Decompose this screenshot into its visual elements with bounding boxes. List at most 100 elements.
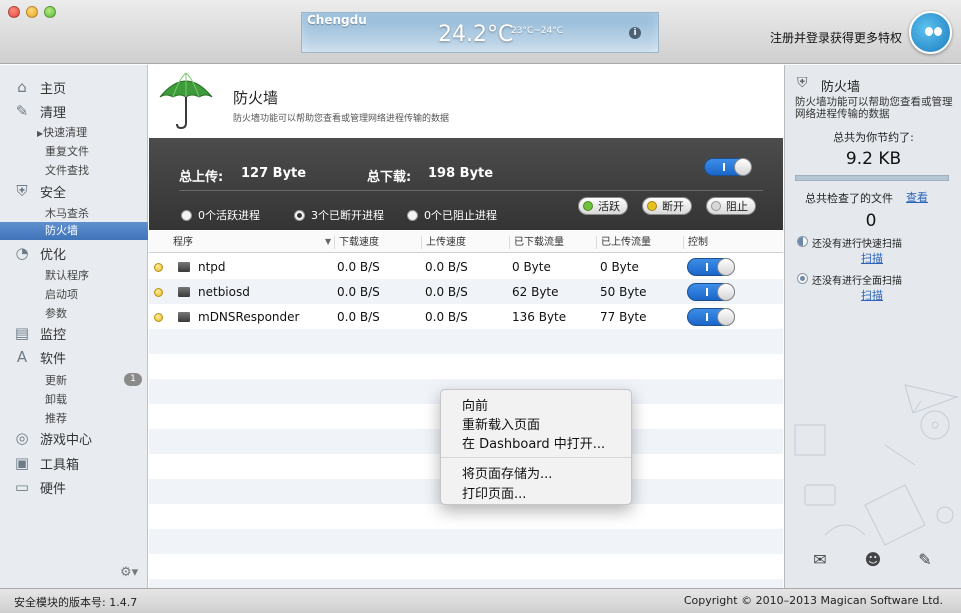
column-header-control: 控制 <box>683 236 708 249</box>
upload-speed: 0.0 B/S <box>425 285 468 299</box>
uploaded-bytes: 0 Byte <box>600 260 639 274</box>
filter-blocked-radio[interactable]: 0个已阻止进程 <box>407 207 497 223</box>
sidebar-subitem-duplicate-files[interactable]: 重复文件 <box>45 143 89 159</box>
sidebar-item-software[interactable]: A 软件 <box>12 347 66 367</box>
menu-separator <box>441 457 631 458</box>
column-header-program[interactable]: 程序 <box>169 236 193 249</box>
weather-widget[interactable]: Chengdu 24.2°C 23°C~24°C i <box>301 12 659 53</box>
disconnected-status-icon <box>154 313 163 322</box>
sidebar-subitem-uninstall[interactable]: 卸载 <box>45 391 67 407</box>
sidebar-item-hardware[interactable]: ▭ 硬件 <box>12 477 66 497</box>
panel-title: 防火墙 <box>821 80 861 95</box>
yellow-status-icon <box>647 201 657 211</box>
column-header-upload-speed[interactable]: 上传速度 <box>421 236 466 249</box>
terminal-icon <box>178 262 190 272</box>
column-header-uploaded[interactable]: 已上传流量 <box>596 236 651 249</box>
process-name: mDNSResponder <box>198 310 300 324</box>
quick-scan-status: 还没有进行快速扫描 <box>812 239 902 250</box>
sidebar-item-game-center[interactable]: ◎ 游戏中心 <box>12 428 92 448</box>
sidebar-subitem-file-search[interactable]: 文件查找 <box>45 162 89 178</box>
monitor-icon: ▭ <box>14 478 30 496</box>
sidebar-item-label: 主页 <box>40 81 67 97</box>
sidebar-item-home[interactable]: ⌂ 主页 <box>12 77 66 97</box>
process-toggle[interactable] <box>687 283 735 301</box>
close-window-button[interactable] <box>8 6 20 18</box>
legend-active[interactable]: 活跃 <box>578 197 628 215</box>
saved-value: 9.2 KB <box>845 149 902 169</box>
legend-blocked[interactable]: 阻止 <box>706 197 756 215</box>
sidebar-item-monitor[interactable]: ▤ 监控 <box>12 323 66 343</box>
downloaded-bytes: 0 Byte <box>512 260 551 274</box>
sidebar-item-label: 安全 <box>40 185 67 201</box>
sidebar-item-label: 硬件 <box>40 481 67 497</box>
context-menu: 向前 重新载入页面 在 Dashboard 中打开... 将页面存储为... 打… <box>440 389 632 505</box>
column-header-download-speed[interactable]: 下载速度 <box>334 236 379 249</box>
sidebar-item-security[interactable]: ⛨ 安全 <box>12 181 66 201</box>
filter-active-radio[interactable]: 0个活跃进程 <box>181 207 260 223</box>
firewall-summary-panel: 总上传: 127 Byte 总下载: 198 Byte 0个活跃进程 3个已断开… <box>149 138 783 230</box>
legend-disconnected[interactable]: 断开 <box>642 197 692 215</box>
menu-item-open-dashboard[interactable]: 在 Dashboard 中打开... <box>462 433 605 452</box>
downloaded-bytes: 136 Byte <box>512 310 567 324</box>
downloaded-bytes: 62 Byte <box>512 285 559 299</box>
panel-footer-icons: ✉ ☻ ✎ <box>785 550 961 580</box>
sidebar-subitem-parameters[interactable]: 参数 <box>45 305 67 321</box>
column-header-downloaded[interactable]: 已下载流量 <box>509 236 564 249</box>
firewall-master-toggle[interactable] <box>704 158 752 176</box>
sidebar-item-toolbox[interactable]: ▣ 工具箱 <box>12 453 79 473</box>
user-avatar-icon[interactable] <box>909 11 952 54</box>
table-header: 程序 ▼ 下载速度 上传速度 已下载流量 已上传流量 控制 <box>149 231 783 253</box>
weather-range: 23°C~24°C <box>511 26 564 36</box>
minimize-window-button[interactable] <box>26 6 38 18</box>
green-status-icon <box>583 201 593 211</box>
sidebar-item-label: 游戏中心 <box>40 432 93 448</box>
sidebar-item-optimize[interactable]: ◔ 优化 <box>12 243 66 263</box>
process-toggle[interactable] <box>687 308 735 326</box>
filter-disconnected-radio[interactable]: 3个已断开进程 <box>294 207 384 223</box>
gear-icon[interactable]: ⚙▾ <box>120 565 138 580</box>
sidebar-subitem-trojan-scan[interactable]: 木马查杀 <box>45 205 89 221</box>
saved-label: 总共为你节约了: <box>833 131 914 144</box>
saved-progress-bar <box>795 175 949 181</box>
sidebar-item-clean[interactable]: ✎ 清理 <box>12 101 66 121</box>
users-icon[interactable]: ☻ <box>862 550 884 570</box>
sidebar-subitem-quick-clean[interactable]: ▶快速清理 <box>37 124 87 140</box>
total-upload-label: 总上传: <box>179 170 224 185</box>
sidebar-subitem-default-apps[interactable]: 默认程序 <box>45 267 89 283</box>
page-title: 防火墙 <box>233 89 279 107</box>
sidebar-subitem-startup-items[interactable]: 启动项 <box>45 286 78 302</box>
sidebar-subitem-update[interactable]: 更新 <box>45 372 67 388</box>
uploaded-bytes: 50 Byte <box>600 285 647 299</box>
menu-item-forward[interactable]: 向前 <box>462 395 488 414</box>
menu-item-save-page[interactable]: 将页面存储为... <box>462 463 552 482</box>
info-icon[interactable]: i <box>629 27 641 39</box>
sidebar-subitem-recommend[interactable]: 推荐 <box>45 410 67 426</box>
table-row[interactable]: netbiosd 0.0 B/S 0.0 B/S 62 Byte 50 Byte <box>149 279 783 304</box>
sort-desc-icon[interactable]: ▼ <box>325 237 331 246</box>
download-speed: 0.0 B/S <box>337 285 380 299</box>
download-speed: 0.0 B/S <box>337 260 380 274</box>
zoom-window-button[interactable] <box>44 6 56 18</box>
full-scan-link[interactable]: 扫描 <box>861 287 883 303</box>
disconnected-status-icon <box>154 263 163 272</box>
quick-scan-link[interactable]: 扫描 <box>861 250 883 266</box>
terminal-icon <box>178 312 190 322</box>
table-row[interactable]: mDNSResponder 0.0 B/S 0.0 B/S 136 Byte 7… <box>149 304 783 329</box>
sidebar-subitem-firewall[interactable]: 防火墙 <box>0 222 148 240</box>
table-row[interactable]: ntpd 0.0 B/S 0.0 B/S 0 Byte 0 Byte <box>149 254 783 279</box>
divider <box>179 190 763 191</box>
view-link[interactable]: 查看 <box>906 189 928 205</box>
register-login-link[interactable]: 注册并登录获得更多特权 <box>770 29 902 46</box>
checked-files-label: 总共检查了的文件 <box>805 192 893 205</box>
menu-item-reload[interactable]: 重新载入页面 <box>462 414 540 433</box>
firewall-main: 防火墙 防火墙功能可以帮助您查看或管理网络进程传输的数据 总上传: 127 By… <box>149 65 783 588</box>
mail-icon[interactable]: ✉ <box>809 550 831 570</box>
gray-status-icon <box>711 201 721 211</box>
home-icon: ⌂ <box>17 78 27 96</box>
menu-item-print-page[interactable]: 打印页面... <box>462 483 526 502</box>
app-store-icon: A <box>16 348 28 366</box>
broom-icon: ✎ <box>15 102 29 120</box>
chat-icon[interactable]: ✎ <box>914 550 936 570</box>
chart-icon: ▤ <box>14 324 30 342</box>
process-toggle[interactable] <box>687 258 735 276</box>
